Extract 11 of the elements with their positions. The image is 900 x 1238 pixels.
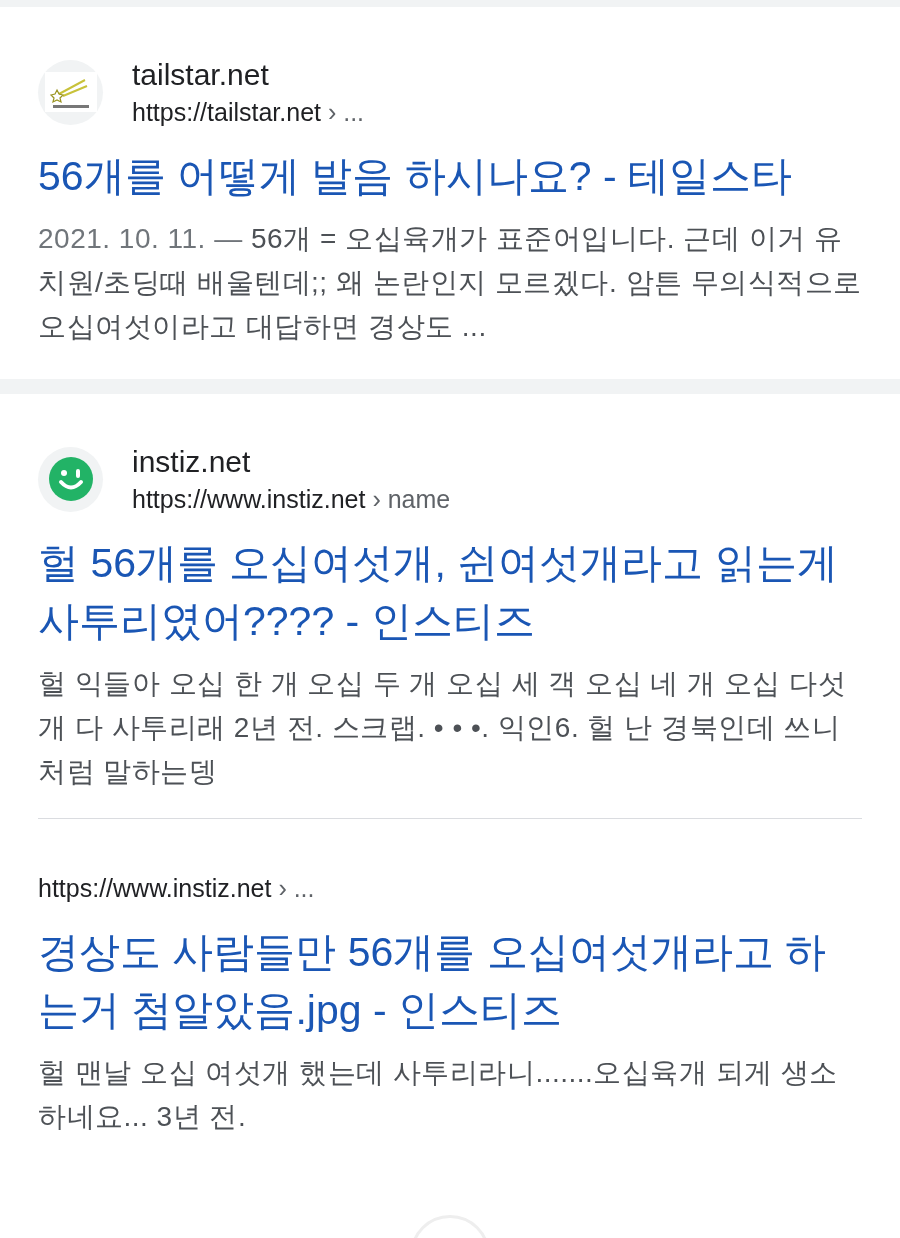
site-name: instiz.net xyxy=(132,444,252,480)
result-snippet: 2021. 10. 11. — 56개 = 오십육개가 표준어입니다. 근데 이거 유치원/초딩때 배울텐데;; 왜 논란인지 모르겠다. 암튼 무의식적으로 오십여섯이라고 대답하면 경상도 ... xyxy=(38,222,862,344)
result-snippet: 헐 익들아 오십 한 개 오십 두 개 오십 세 객 오십 네 개 오십 다섯 개 다 사투리래 2년 전. 스크랩. • • •. 익인6. 헐 난 경북인데 쓰니처럼 말하는뎅 xyxy=(38,667,848,789)
result-url[interactable]: https://www.instiz.net › ... xyxy=(38,871,862,905)
result-snippet: 헐 맨날 오십 여섯개 했는데 사투리라니.......오십육개 되게 생소하네요... 3년 전. xyxy=(38,1056,839,1134)
result-title[interactable]: 경상도 사람들만 56개를 오십여섯개라고 하는거 첨알았음.jpg - 인스티즈 xyxy=(38,923,862,1039)
result-title[interactable]: 56개를 어떻게 발음 하시나요? - 테일스타 xyxy=(38,147,862,205)
result-title[interactable]: 헐 56개를 오십여섯개, 쉰여섯개라고 읽는게 사투리였어???? - 인스티즈 xyxy=(38,534,862,650)
result-url[interactable]: https://tailstar.net › ... xyxy=(132,95,365,129)
result-url[interactable]: https://www.instiz.net › name xyxy=(132,482,451,516)
site-name: tailstar.net xyxy=(132,57,270,93)
